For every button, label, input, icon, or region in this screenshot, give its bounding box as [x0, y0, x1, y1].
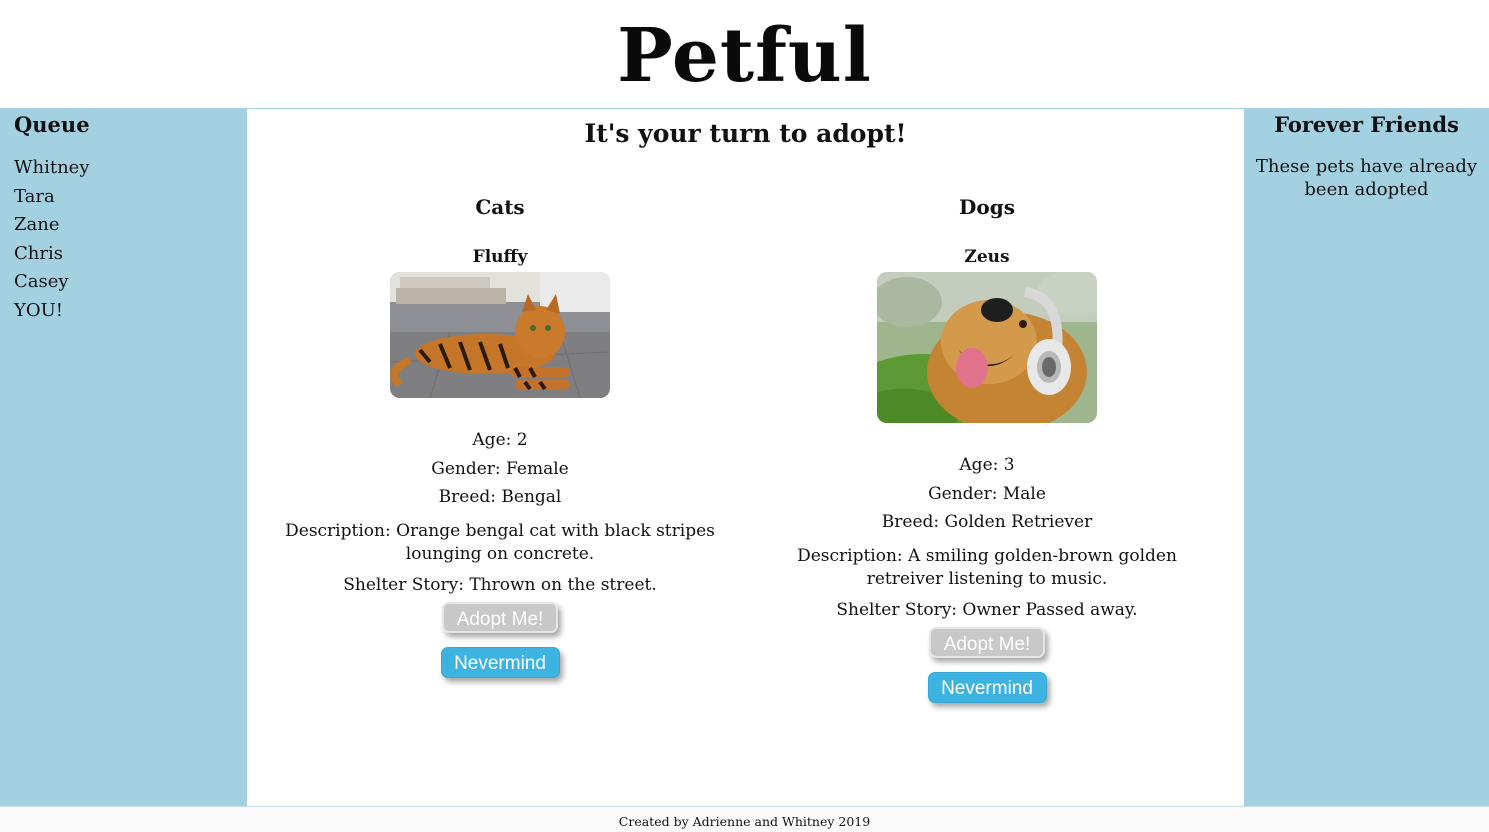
cat-age: Age: 2: [472, 430, 528, 450]
queue-panel: Queue Whitney Tara Zane Chris Casey YOU!: [0, 108, 247, 806]
dog-details: Age: 3 Gender: Male Breed: Golden Retrie…: [747, 451, 1227, 537]
nevermind-cat-button[interactable]: Nevermind: [440, 646, 560, 678]
cats-section: Cats Fluffy Age: 2 Gender: Female Breed:…: [260, 193, 740, 678]
queue-list: Whitney Tara Zane Chris Casey YOU!: [14, 154, 90, 326]
queue-item: Whitney: [14, 157, 90, 178]
adopted-note: These pets have already been adopted: [1255, 156, 1478, 200]
forever-friends-title: Forever Friends: [1274, 112, 1459, 137]
queue-item: Casey: [14, 271, 69, 293]
queue-title: Queue: [14, 112, 90, 137]
dogs-section: Dogs Zeus Age: 3 Gender: Male Breed: Gol…: [747, 193, 1227, 703]
queue-item: Zane: [14, 214, 60, 236]
dogs-heading: Dogs: [959, 195, 1015, 219]
dog-shelter-story: Shelter Story: Owner Passed away.: [836, 599, 1138, 620]
cat-name: Fluffy: [472, 247, 528, 267]
queue-item: YOU!: [14, 299, 64, 321]
dog-photo: [877, 272, 1097, 423]
cat-shelter-story: Shelter Story: Thrown on the street.: [343, 574, 657, 595]
cat-description: Description: Orange bengal cat with blac…: [285, 520, 715, 564]
dog-age: Age: 3: [959, 455, 1015, 475]
dog-breed: Breed: Golden Retriever: [881, 512, 1093, 533]
adoption-main: It's your turn to adopt! Cats Fluffy Age…: [247, 108, 1244, 806]
cat-gender: Gender: Female: [431, 458, 569, 479]
dog-name: Zeus: [964, 247, 1010, 267]
queue-item: Tara: [14, 185, 55, 207]
site-logo: Petful: [617, 13, 872, 99]
adopt-dog-button[interactable]: Adopt Me!: [929, 626, 1045, 658]
cat-breed: Breed: Bengal: [438, 487, 562, 508]
page-title: It's your turn to adopt!: [584, 119, 907, 148]
site-footer: Created by Adrienne and Whitney 2019: [0, 806, 1489, 832]
cat-details: Age: 2 Gender: Female Breed: Bengal: [260, 426, 740, 512]
queue-item: Chris: [14, 242, 63, 264]
nevermind-dog-button[interactable]: Nevermind: [927, 671, 1047, 703]
dog-description: Description: A smiling golden-brown gold…: [797, 545, 1177, 589]
adopt-cat-button[interactable]: Adopt Me!: [442, 601, 558, 633]
cats-heading: Cats: [475, 195, 525, 219]
footer-credit: Created by Adrienne and Whitney 2019: [618, 814, 871, 829]
cat-photo: [390, 272, 610, 398]
dog-gender: Gender: Male: [928, 483, 1046, 504]
site-header: Petful: [0, 0, 1489, 108]
forever-friends-panel: Forever Friends These pets have already …: [1244, 108, 1489, 806]
